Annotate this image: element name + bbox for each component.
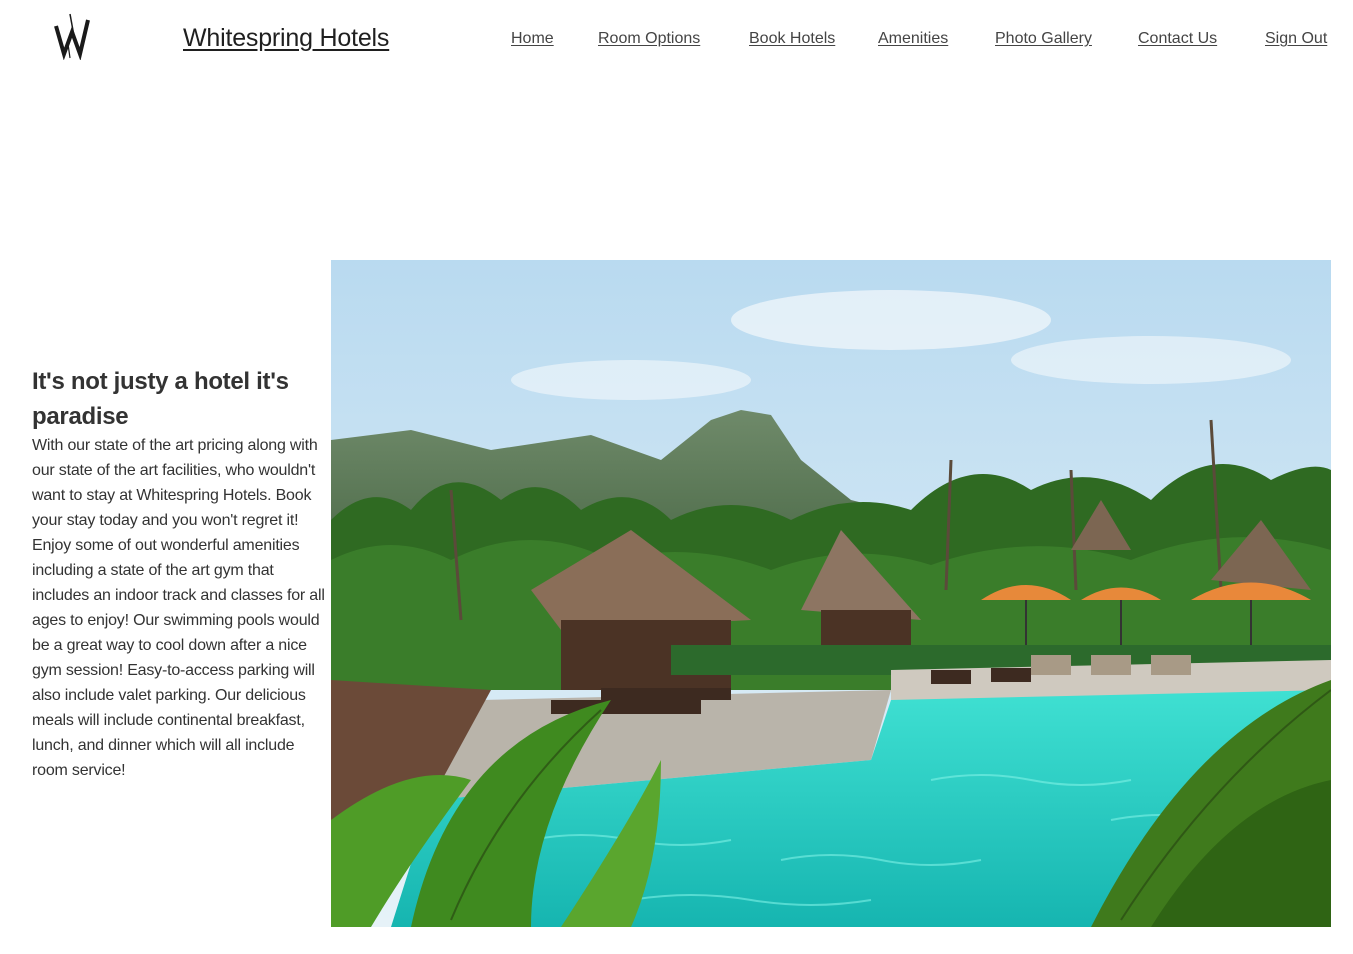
resort-pool-image <box>331 260 1331 927</box>
nav-book-hotels[interactable]: Book Hotels <box>749 30 835 48</box>
nav-sign-out[interactable]: Sign Out <box>1265 30 1327 48</box>
nav-photo-gallery[interactable]: Photo Gallery <box>995 30 1092 48</box>
nav-amenities[interactable]: Amenities <box>878 30 948 48</box>
hero-description: With our state of the art pricing along … <box>32 437 325 779</box>
main-nav: Home Room Options Book Hotels Amenities … <box>0 30 1353 54</box>
hero-title: It's not justy a hotel it's paradise <box>32 368 289 430</box>
nav-home[interactable]: Home <box>511 30 554 48</box>
nav-contact-us[interactable]: Contact Us <box>1138 30 1217 48</box>
nav-room-options[interactable]: Room Options <box>598 30 700 48</box>
